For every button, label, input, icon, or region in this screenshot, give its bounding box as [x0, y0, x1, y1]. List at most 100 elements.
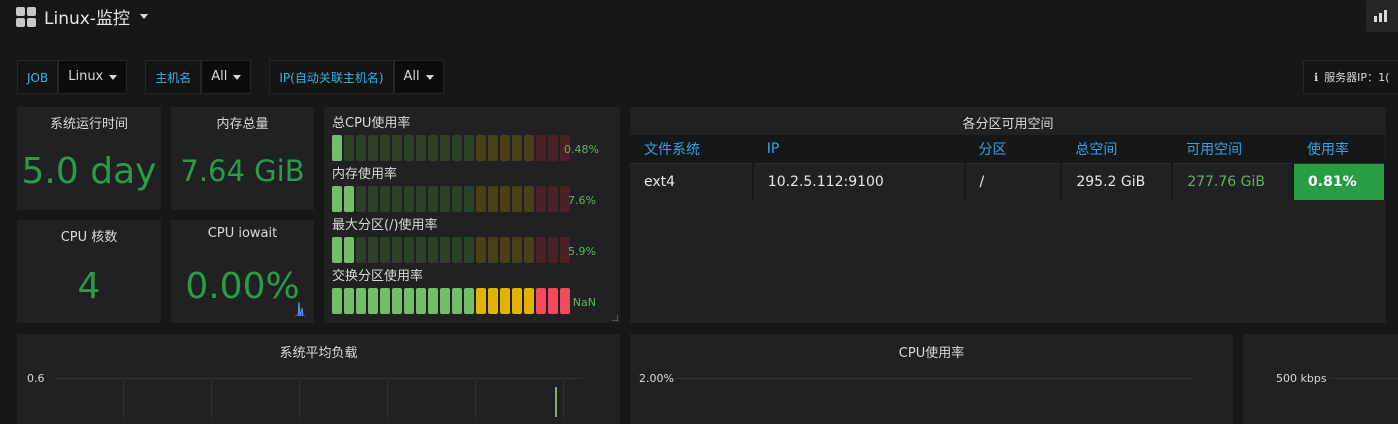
gauge-cell — [344, 288, 354, 314]
server-ip-label: 服务器IP：1( — [1324, 71, 1390, 84]
variable-job: JOB Linux — [17, 60, 141, 94]
variable-label: JOB — [17, 60, 59, 94]
stat-value: 4 — [77, 266, 101, 307]
gauge-cell — [404, 135, 414, 161]
variable-label: IP(自动关联主机名) — [269, 60, 394, 94]
gauge-cell — [368, 237, 378, 263]
gridline — [1330, 378, 1398, 379]
gauge-cell — [464, 186, 474, 212]
gauge-cell — [500, 288, 510, 314]
panel-cpu-usage[interactable]: CPU使用率 — [630, 334, 1233, 424]
gauge-label: 内存使用率 — [332, 167, 398, 182]
gauge-cell — [512, 237, 522, 263]
gauge-cell — [536, 288, 546, 314]
variable-job-select[interactable]: Linux — [58, 60, 128, 94]
panel-title: CPU 核数 — [60, 230, 118, 245]
gauge-cell — [464, 237, 474, 263]
y-axis-tick: 500 kbps — [1276, 372, 1327, 385]
gauge-cell — [392, 237, 402, 263]
panel-disk-space[interactable]: 各分区可用空间 文件系统 IP 分区 总空间 可用空间 使用率 ext4 10.2.5.11… — [630, 107, 1386, 323]
gridline — [211, 378, 212, 418]
gauge-value: 0.48% — [564, 143, 599, 156]
table-row: ext4 10.2.5.112:9100/295.2 GiB 277.76 GiB 0… — [630, 163, 1386, 200]
server-ip-link[interactable]: ℹ 服务器IP：1( — [1303, 60, 1398, 94]
panel-load-average[interactable]: 系统平均负载 — [17, 334, 620, 424]
panel-uptime[interactable]: 系统运行时间 5.0 day — [17, 107, 161, 210]
gauge-cell — [416, 237, 426, 263]
y-axis-tick: 2.00% — [639, 372, 674, 385]
gauge-cell — [332, 186, 342, 212]
bar-gauge: 交换分区使用率 NaN — [332, 268, 622, 314]
gauge-value: 5.9% — [568, 245, 596, 258]
gauge-cell — [380, 237, 390, 263]
gauge-cell — [332, 135, 342, 161]
variable-ip: IP(自动关联主机名) All — [269, 60, 457, 94]
variable-ip-select[interactable]: All — [393, 60, 444, 94]
gauge-cell — [524, 288, 534, 314]
top-bar: Linux-监控 — [0, 0, 1398, 36]
gauge-cell — [368, 186, 378, 212]
add-panel-button[interactable] — [1366, 0, 1398, 32]
column-header[interactable]: 使用率 — [1293, 135, 1385, 164]
gauge-cell — [464, 135, 474, 161]
variable-label: 主机名 — [145, 60, 202, 94]
column-header[interactable]: 文件系统 — [630, 135, 753, 164]
panel-bar-gauges[interactable]: 总CPU使用率 0.48% 内存使用率 7.6% 最大分区(/)使用率 5.9% 交换分区使… — [324, 107, 620, 323]
variable-value: Linux — [68, 69, 104, 84]
gauge-cell — [488, 135, 498, 161]
gauge-cell — [512, 288, 522, 314]
sparkline — [295, 301, 305, 316]
gauge-cell — [476, 237, 486, 263]
template-variables: JOB Linux 主机名 All IP(自动关联主机名) All — [17, 60, 458, 94]
gauge-cell — [356, 135, 366, 161]
dashboard-title-picker[interactable]: Linux-监控 — [16, 4, 148, 29]
panel-cpu-iowait[interactable]: CPU iowait 0.00% — [171, 220, 314, 323]
gridline — [475, 378, 476, 418]
table-header: 文件系统 IP 分区 总空间 可用空间 使用率 — [630, 135, 1385, 164]
bar-gauge: 最大分区(/)使用率 5.9% — [332, 217, 622, 263]
variable-value: All — [403, 69, 420, 84]
table-cell: 295.2 GiB — [1061, 163, 1174, 200]
gauge-bar — [332, 186, 570, 212]
panel-title: CPU iowait — [207, 226, 278, 241]
gauge-label: 交换分区使用率 — [332, 269, 424, 284]
dashboard-grid-icon — [16, 6, 36, 27]
gauge-cell — [416, 135, 426, 161]
panel-title: 系统运行时间 — [49, 117, 128, 132]
gridline — [387, 378, 388, 418]
gauge-cell — [368, 135, 378, 161]
panel-cpu-cores[interactable]: CPU 核数 4 — [17, 220, 161, 323]
column-header[interactable]: IP — [752, 135, 965, 164]
gauge-cell — [488, 186, 498, 212]
gauge-cell — [380, 288, 390, 314]
column-header[interactable]: 总空间 — [1061, 135, 1173, 164]
gauge-cell — [344, 237, 354, 263]
panel-mem-total[interactable]: 内存总量 7.64 GiB — [171, 107, 314, 210]
chevron-down-icon — [425, 74, 434, 80]
panel-title: CPU使用率 — [898, 346, 965, 361]
table-cell: ext4 — [630, 163, 754, 200]
gridline — [299, 378, 300, 418]
chevron-down-icon — [139, 14, 148, 19]
gauge-cell — [416, 186, 426, 212]
gauge-cell — [368, 288, 378, 314]
gauge-cell — [440, 186, 450, 212]
table-cell: 0.81% — [1293, 163, 1386, 200]
column-header[interactable]: 分区 — [964, 135, 1062, 164]
table-body: ext4 10.2.5.112:9100/295.2 GiB 277.76 GiB 0… — [630, 163, 1386, 200]
gauge-cell — [440, 237, 450, 263]
resize-handle-icon[interactable] — [612, 315, 618, 321]
table-cell: 10.2.5.112:9100 — [752, 163, 966, 200]
variable-hostname: 主机名 All — [145, 60, 265, 94]
gauge-cell — [404, 186, 414, 212]
gauge-cell — [452, 288, 462, 314]
column-header[interactable]: 可用空间 — [1172, 135, 1294, 164]
gauge-cell — [500, 135, 510, 161]
stat-value: 5.0 day — [21, 151, 157, 192]
table-cell: / — [964, 163, 1063, 200]
gauge-cell — [356, 186, 366, 212]
gauge-cell — [524, 186, 534, 212]
panel-title: 内存总量 — [216, 117, 269, 132]
gauge-cell — [500, 186, 510, 212]
variable-hostname-select[interactable]: All — [201, 60, 252, 94]
